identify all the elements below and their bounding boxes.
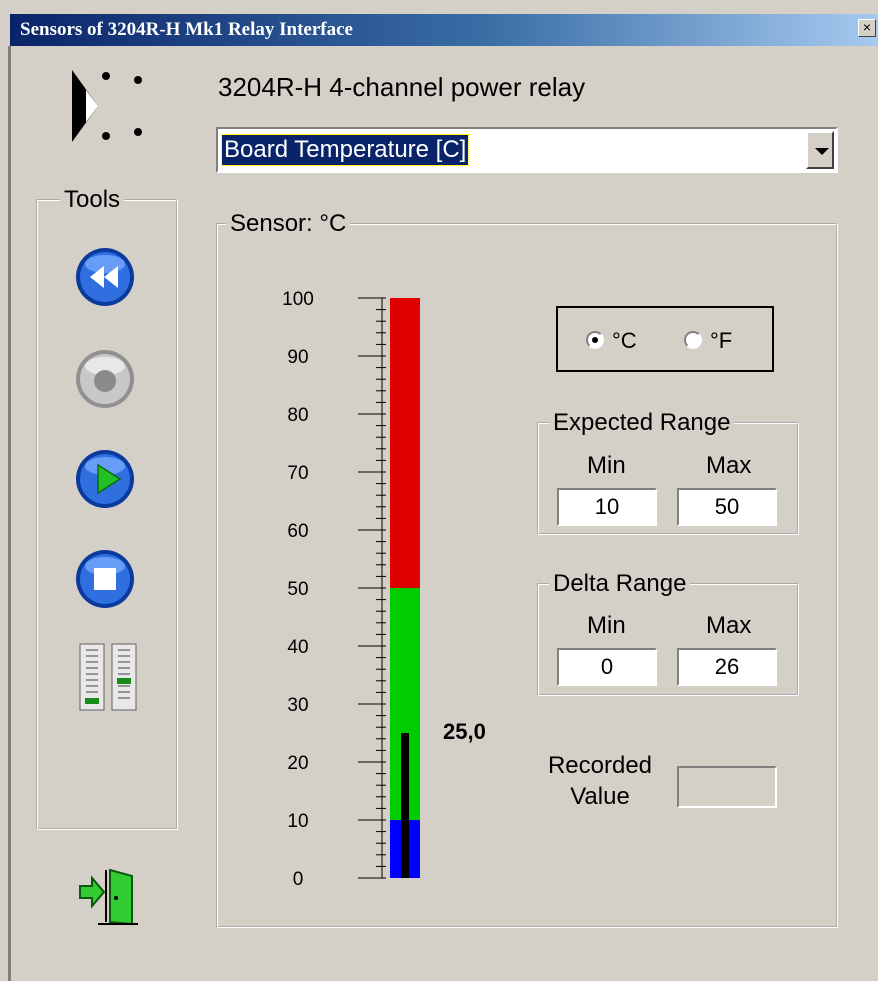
window-frame (8, 46, 11, 981)
exit-button[interactable] (76, 866, 142, 928)
scale-label: 10 (287, 811, 308, 832)
expected-min-label: Min (587, 452, 626, 479)
recorded-label-line1: Recorded (547, 752, 653, 779)
scale-label: 40 (287, 637, 308, 658)
tools-legend: Tools (64, 186, 121, 213)
celsius-radio-indicator (586, 331, 604, 349)
scale-label: 70 (287, 463, 308, 484)
delta-max-label: Max (706, 612, 752, 639)
meters-button[interactable] (78, 642, 140, 711)
play-button[interactable] (74, 448, 136, 510)
unit-selector: °C °F (556, 306, 774, 372)
delta-range-legend: Delta Range (553, 570, 687, 597)
scale-label: 100 (282, 289, 314, 310)
stop-button[interactable] (74, 548, 136, 610)
celsius-radio[interactable]: °C (586, 328, 637, 354)
meters-icon (79, 643, 137, 711)
close-button[interactable]: × (858, 19, 876, 37)
fahrenheit-label: °F (710, 328, 733, 353)
device-name: 3204R-H 4-channel power relay (218, 72, 586, 102)
recorded-value-label: Recorded Value (538, 750, 662, 812)
scale-label: 90 (287, 347, 308, 368)
dropdown-arrow-button[interactable] (806, 131, 834, 169)
scale-label: 30 (287, 695, 308, 716)
delta-min-label: Min (587, 612, 626, 639)
record-icon (76, 350, 134, 408)
scale-label: 50 (287, 579, 308, 600)
delta-max-field[interactable]: 26 (677, 648, 777, 686)
expected-range-legend: Expected Range (553, 409, 731, 436)
fahrenheit-radio-indicator (684, 331, 702, 349)
thermometer-bar: 1009080706050403020100 (282, 289, 420, 890)
expected-max-label: Max (706, 452, 752, 479)
sensor-select[interactable]: Board Temperature [C] (216, 127, 838, 173)
record-button[interactable] (74, 348, 136, 410)
current-reading: 25,0 (443, 719, 486, 744)
expected-max-field[interactable]: 50 (677, 488, 777, 526)
window-title: Sensors of 3204R-H Mk1 Relay Interface (20, 19, 353, 40)
play-icon (76, 450, 134, 508)
sensor-legend: Sensor: °C (230, 210, 347, 237)
delta-min-field[interactable]: 0 (557, 648, 657, 686)
exit-door-icon (79, 868, 138, 926)
current-level-indicator (401, 733, 409, 878)
temperature-scale: 100 90 80 70 60 50 40 30 20 10 0 (260, 280, 490, 900)
device-logo (72, 70, 142, 142)
scale-band-2 (390, 298, 420, 588)
scale-label: 60 (287, 521, 308, 542)
stop-icon (76, 550, 134, 608)
scale-label: 80 (287, 405, 308, 426)
sensor-select-value: Board Temperature [C] (220, 134, 470, 166)
rewind-icon (76, 248, 134, 306)
recorded-value-field (677, 766, 777, 808)
recorded-label-line2: Value (570, 783, 630, 810)
celsius-label: °C (612, 328, 637, 353)
rewind-button[interactable] (74, 246, 136, 308)
title-bar[interactable]: Sensors of 3204R-H Mk1 Relay Interface × (10, 14, 878, 46)
scale-label: 20 (287, 753, 308, 774)
expected-min-field[interactable]: 10 (557, 488, 657, 526)
fahrenheit-radio[interactable]: °F (684, 328, 732, 354)
scale-label: 0 (293, 869, 304, 890)
